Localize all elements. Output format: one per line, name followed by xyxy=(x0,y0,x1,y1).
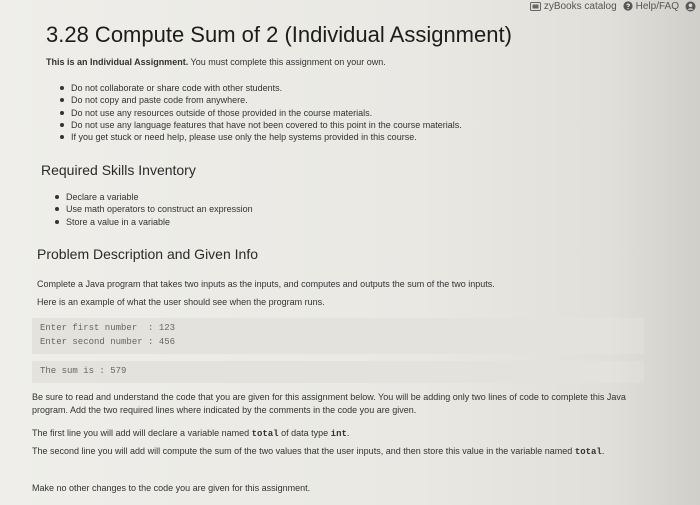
p3-end: . xyxy=(601,446,605,456)
skills-list: Declare a variable Use math operators to… xyxy=(53,191,253,228)
example-line-1: Enter first number : 123 xyxy=(40,323,176,333)
example-result-box: The sum is : 579 xyxy=(32,361,644,383)
help-faq-link[interactable]: Help/FAQ xyxy=(623,1,679,12)
list-item: Do not use any language features that ha… xyxy=(58,119,462,131)
list-item: Declare a variable xyxy=(53,191,253,203)
problem-description: Complete a Java program that takes two i… xyxy=(37,279,495,289)
p2-end: . xyxy=(346,428,350,438)
p3-text: The second line you will add will comput… xyxy=(32,446,575,456)
list-item: Store a value in a variable xyxy=(53,216,253,228)
instructions-paragraph-3: The second line you will add will comput… xyxy=(32,445,642,459)
page-title: 3.28 Compute Sum of 2 (Individual Assign… xyxy=(46,22,512,47)
intro-text: This is an Individual Assignment. You mu… xyxy=(46,57,386,67)
rules-list: Do not collaborate or share code with ot… xyxy=(58,82,462,143)
p2-text: The first line you will add will declare… xyxy=(32,428,252,438)
variable-name-total-2: total xyxy=(574,447,602,457)
instructions-paragraph-1: Be sure to read and understand the code … xyxy=(32,392,626,415)
catalog-icon xyxy=(529,1,541,11)
intro-rest: You must complete this assignment on you… xyxy=(188,57,386,67)
example-intro: Here is an example of what the user shou… xyxy=(37,297,325,307)
page: zyBooks catalog Help/FAQ 3.28 Compute Su… xyxy=(0,0,700,505)
user-avatar-icon[interactable] xyxy=(685,1,696,12)
variable-name-total: total xyxy=(251,429,279,439)
help-faq-label: Help/FAQ xyxy=(635,0,679,12)
instructions-paragraph-2: The first line you will add will declare… xyxy=(32,427,642,441)
top-bar: zyBooks catalog Help/FAQ xyxy=(529,0,700,12)
list-item: Do not collaborate or share code with ot… xyxy=(58,82,462,94)
list-item: If you get stuck or need help, please us… xyxy=(58,131,462,143)
help-icon xyxy=(623,1,633,11)
p2-mid: of data type xyxy=(278,428,331,438)
example-line-2: Enter second number : 456 xyxy=(40,337,176,347)
list-item: Use math operators to construct an expre… xyxy=(53,203,253,215)
list-item: Do not copy and paste code from anywhere… xyxy=(58,94,462,106)
data-type-int: int xyxy=(330,429,347,439)
intro-bold: This is an Individual Assignment. xyxy=(46,57,189,67)
example-output-box: Enter first number : 123 Enter second nu… xyxy=(32,318,644,354)
problem-heading: Problem Description and Given Info xyxy=(37,246,258,262)
zybooks-catalog-link[interactable]: zyBooks catalog xyxy=(529,0,617,12)
list-item: Do not use any resources outside of thos… xyxy=(58,107,462,119)
instructions-paragraph-4: Make no other changes to the code you ar… xyxy=(32,483,311,493)
skills-heading: Required Skills Inventory xyxy=(41,162,196,178)
example-result-line: The sum is : 579 xyxy=(40,366,127,376)
zybooks-catalog-label: zyBooks catalog xyxy=(543,0,617,12)
